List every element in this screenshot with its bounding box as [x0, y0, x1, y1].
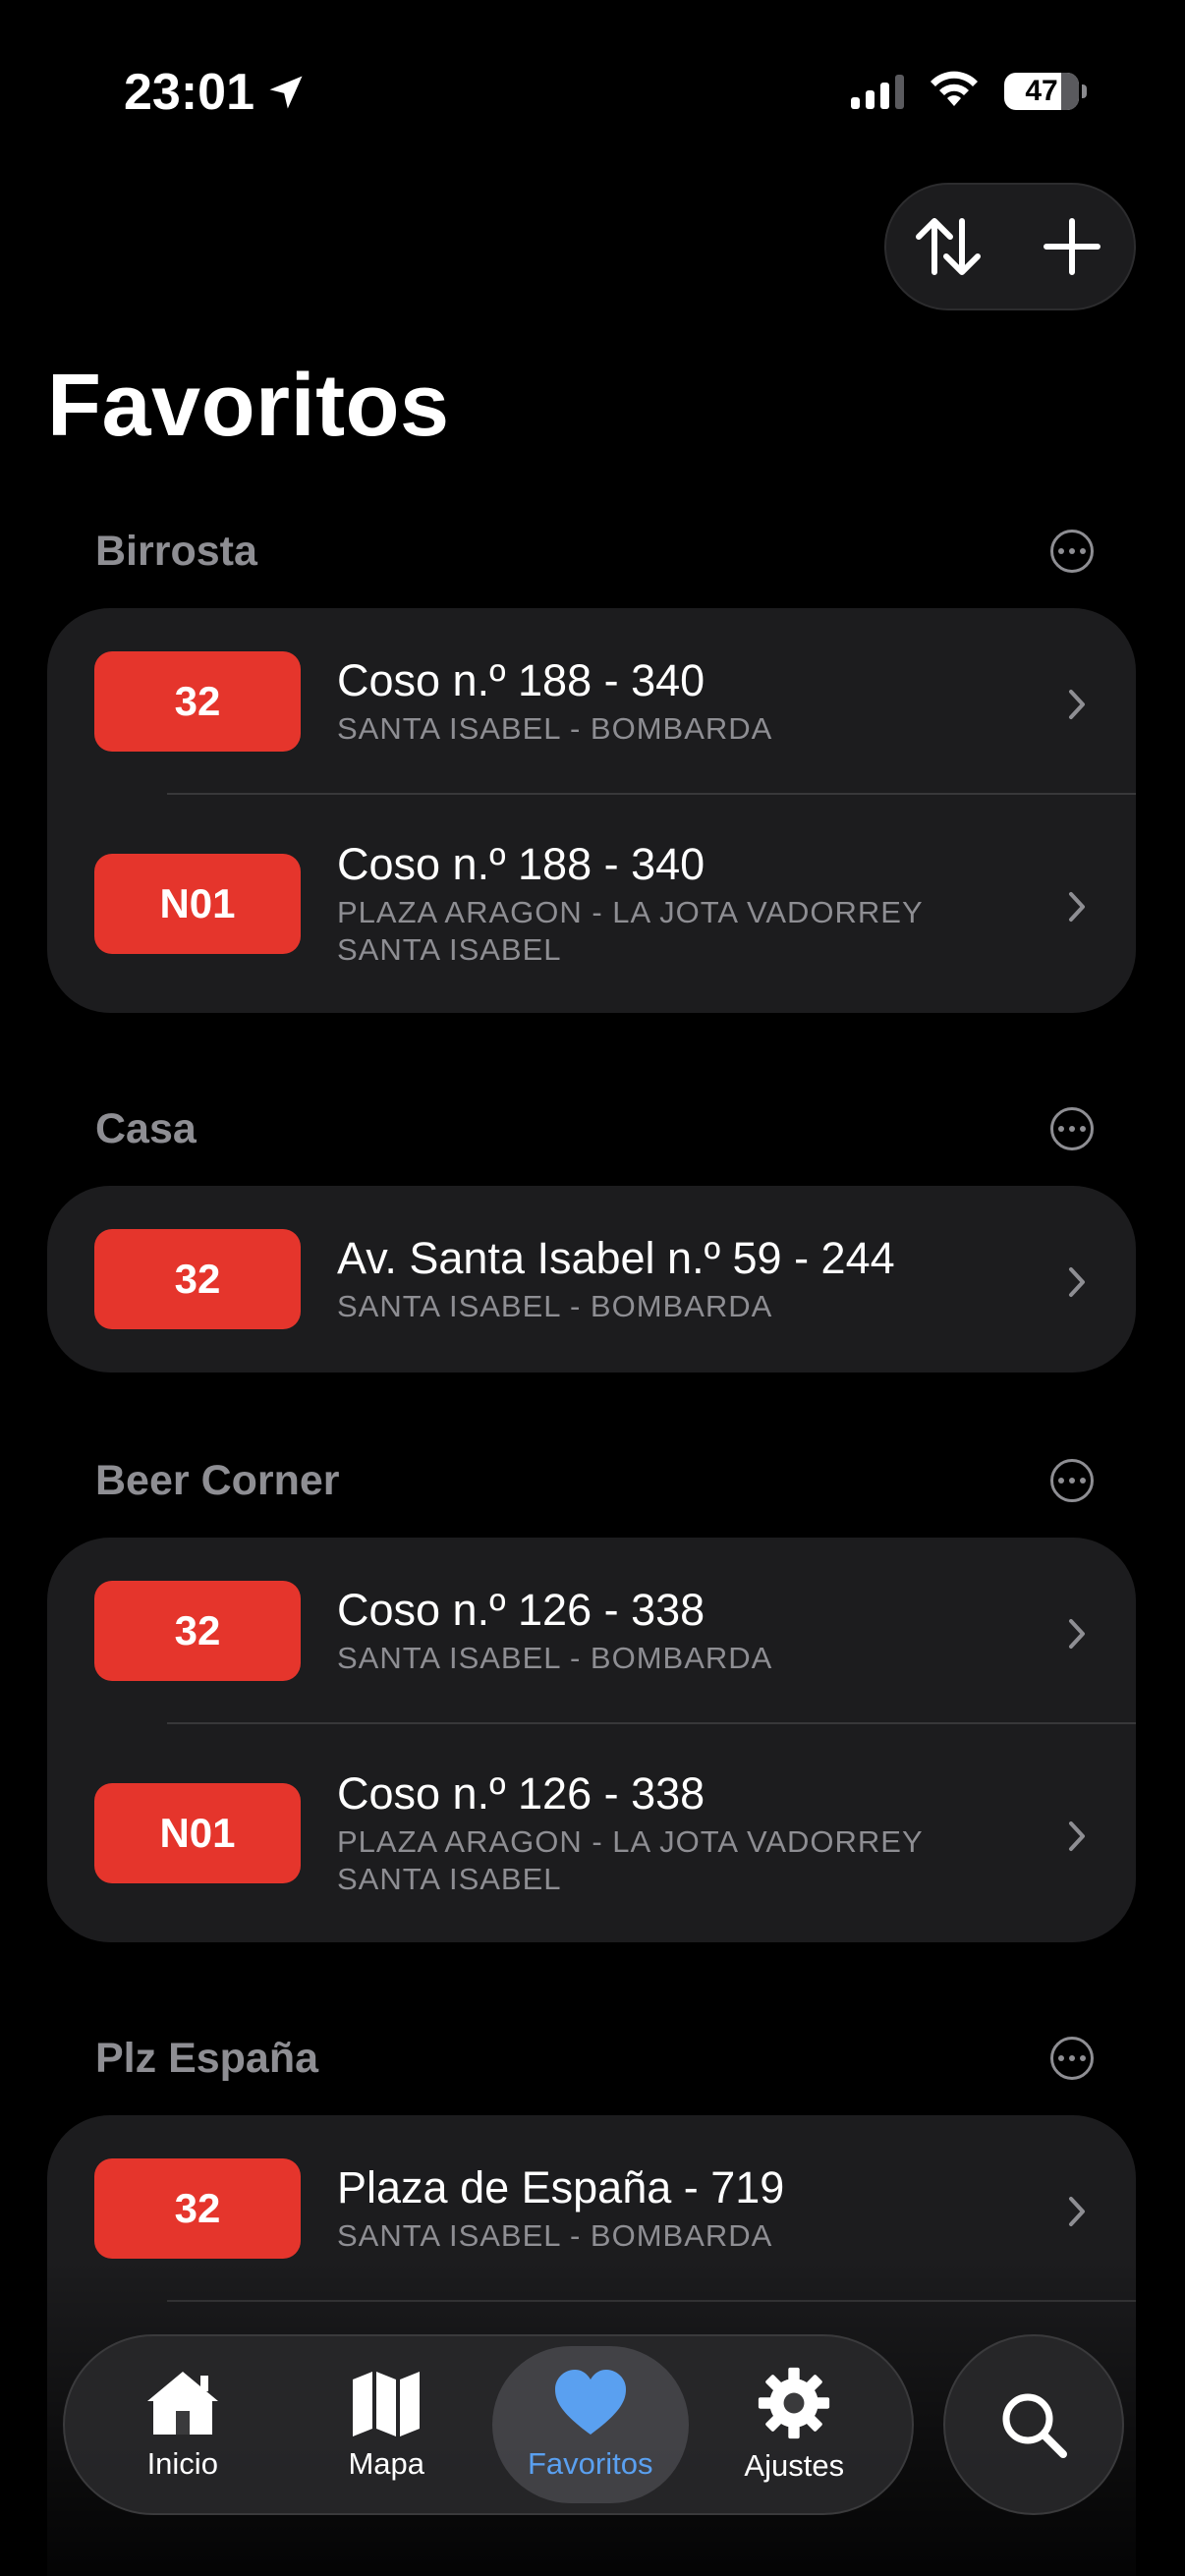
- favorite-row[interactable]: 32 Coso n.º 126 - 338 SANTA ISABEL - BOM…: [47, 1538, 1136, 1724]
- toolbar-capsule: [884, 183, 1136, 310]
- stop-destination: SANTA ISABEL - BOMBARDA: [337, 1641, 773, 1675]
- gear-icon: [759, 2367, 830, 2439]
- row-text: Coso n.º 188 - 340 PLAZA ARAGON - LA JOT…: [337, 839, 1038, 969]
- chevron-right-icon: [1061, 2193, 1093, 2226]
- chevron-right-icon: [1061, 1818, 1093, 1851]
- row-text: Av. Santa Isabel n.º 59 - 244 SANTA ISAB…: [337, 1233, 1038, 1325]
- sort-button[interactable]: [899, 197, 997, 296]
- home-indicator-area: [0, 2515, 1185, 2576]
- row-text: Coso n.º 126 - 338 SANTA ISABEL - BOMBAR…: [337, 1585, 1038, 1677]
- group-header-casa: Casa: [95, 1099, 1094, 1158]
- page-title: Favoritos: [47, 357, 450, 455]
- heart-icon: [554, 2370, 626, 2435]
- group-name: Birrosta: [95, 527, 257, 575]
- stop-destination-line-2: SANTA ISABEL: [337, 1862, 562, 1896]
- group-more-button[interactable]: [1050, 1107, 1094, 1150]
- line-badge: 32: [94, 2158, 301, 2259]
- more-icon: [1058, 1478, 1064, 1484]
- line-badge: 32: [94, 1581, 301, 1681]
- group-more-button[interactable]: [1050, 1459, 1094, 1502]
- tab-favoritos[interactable]: Favoritos: [491, 2346, 689, 2503]
- group-card-beer-corner: 32 Coso n.º 126 - 338 SANTA ISABEL - BOM…: [47, 1538, 1136, 1942]
- stop-destination: PLAZA ARAGON - LA JOTA VADORREY: [337, 895, 924, 929]
- tab-label: Inicio: [146, 2446, 218, 2481]
- group-header-birrosta: Birrosta: [95, 522, 1094, 581]
- more-icon: [1058, 1126, 1064, 1132]
- favorite-row[interactable]: N01 Coso n.º 126 - 338 PLAZA ARAGON - LA…: [47, 1724, 1136, 1942]
- search-icon: [1002, 2393, 1067, 2458]
- group-header-plz-espana: Plz España: [95, 2029, 1094, 2088]
- group-name: Plz España: [95, 2034, 319, 2082]
- status-indicators: 47: [851, 69, 1087, 113]
- chevron-right-icon: [1061, 686, 1093, 719]
- status-time: 23:01: [124, 63, 308, 122]
- group-name: Beer Corner: [95, 1456, 340, 1504]
- group-card-casa: 32 Av. Santa Isabel n.º 59 - 244 SANTA I…: [47, 1186, 1136, 1372]
- cellular-signal-icon: [851, 74, 904, 109]
- line-badge: N01: [94, 1783, 301, 1883]
- stop-name: Plaza de España - 719: [337, 2162, 785, 2212]
- stop-name: Av. Santa Isabel n.º 59 - 244: [337, 1233, 895, 1283]
- group-card-birrosta: 32 Coso n.º 188 - 340 SANTA ISABEL - BOM…: [47, 608, 1136, 1013]
- stop-name: Coso n.º 188 - 340: [337, 655, 705, 705]
- group-more-button[interactable]: [1050, 530, 1094, 573]
- location-arrow-icon: [269, 76, 303, 109]
- stop-name: Coso n.º 126 - 338: [337, 1768, 705, 1819]
- more-icon: [1058, 548, 1064, 554]
- stop-destination: SANTA ISABEL - BOMBARDA: [337, 1289, 773, 1323]
- row-text: Plaza de España - 719 SANTA ISABEL - BOM…: [337, 2162, 1038, 2255]
- favorite-row[interactable]: 32 Coso n.º 188 - 340 SANTA ISABEL - BOM…: [47, 608, 1136, 795]
- favorite-row[interactable]: 32 Av. Santa Isabel n.º 59 - 244 SANTA I…: [47, 1186, 1136, 1372]
- add-button[interactable]: [1023, 197, 1121, 296]
- status-time-text: 23:01: [124, 64, 254, 121]
- tab-mapa[interactable]: Mapa: [288, 2346, 484, 2503]
- tab-label: Ajustes: [744, 2448, 845, 2483]
- battery-icon: 47: [1004, 72, 1087, 110]
- line-badge: 32: [94, 651, 301, 752]
- group-header-beer-corner: Beer Corner: [95, 1451, 1094, 1510]
- status-bar: 23:01 47: [0, 0, 1185, 187]
- stop-name: Coso n.º 188 - 340: [337, 839, 705, 889]
- wifi-icon: [928, 69, 981, 113]
- group-name: Casa: [95, 1104, 197, 1152]
- favorite-row[interactable]: N01 Coso n.º 188 - 340 PLAZA ARAGON - LA…: [47, 795, 1136, 1013]
- map-icon: [353, 2372, 421, 2436]
- tab-ajustes[interactable]: Ajustes: [696, 2346, 892, 2503]
- line-badge: 32: [94, 1229, 301, 1329]
- more-icon: [1058, 2055, 1064, 2061]
- stop-destination: SANTA ISABEL - BOMBARDA: [337, 711, 773, 746]
- row-text: Coso n.º 126 - 338 PLAZA ARAGON - LA JOT…: [337, 1768, 1038, 1898]
- tab-inicio[interactable]: Inicio: [85, 2346, 281, 2503]
- sort-arrows-icon: [916, 218, 981, 275]
- tab-label: Favoritos: [528, 2446, 653, 2481]
- chevron-right-icon: [1061, 1615, 1093, 1649]
- chevron-right-icon: [1061, 888, 1093, 922]
- stop-destination-line-2: SANTA ISABEL: [337, 932, 562, 967]
- stop-destination: SANTA ISABEL - BOMBARDA: [337, 2218, 773, 2253]
- group-more-button[interactable]: [1050, 2037, 1094, 2080]
- line-badge: N01: [94, 854, 301, 954]
- tab-label: Mapa: [348, 2446, 425, 2481]
- tab-bar: Inicio Mapa Favoritos Ajustes: [63, 2334, 914, 2515]
- row-text: Coso n.º 188 - 340 SANTA ISABEL - BOMBAR…: [337, 655, 1038, 748]
- house-icon: [146, 2372, 218, 2435]
- chevron-right-icon: [1061, 1263, 1093, 1297]
- stop-destination: PLAZA ARAGON - LA JOTA VADORREY: [337, 1824, 924, 1859]
- battery-level: 47: [1025, 74, 1058, 107]
- search-button[interactable]: [943, 2334, 1124, 2515]
- stop-name: Coso n.º 126 - 338: [337, 1585, 705, 1635]
- plus-icon: [1044, 218, 1100, 275]
